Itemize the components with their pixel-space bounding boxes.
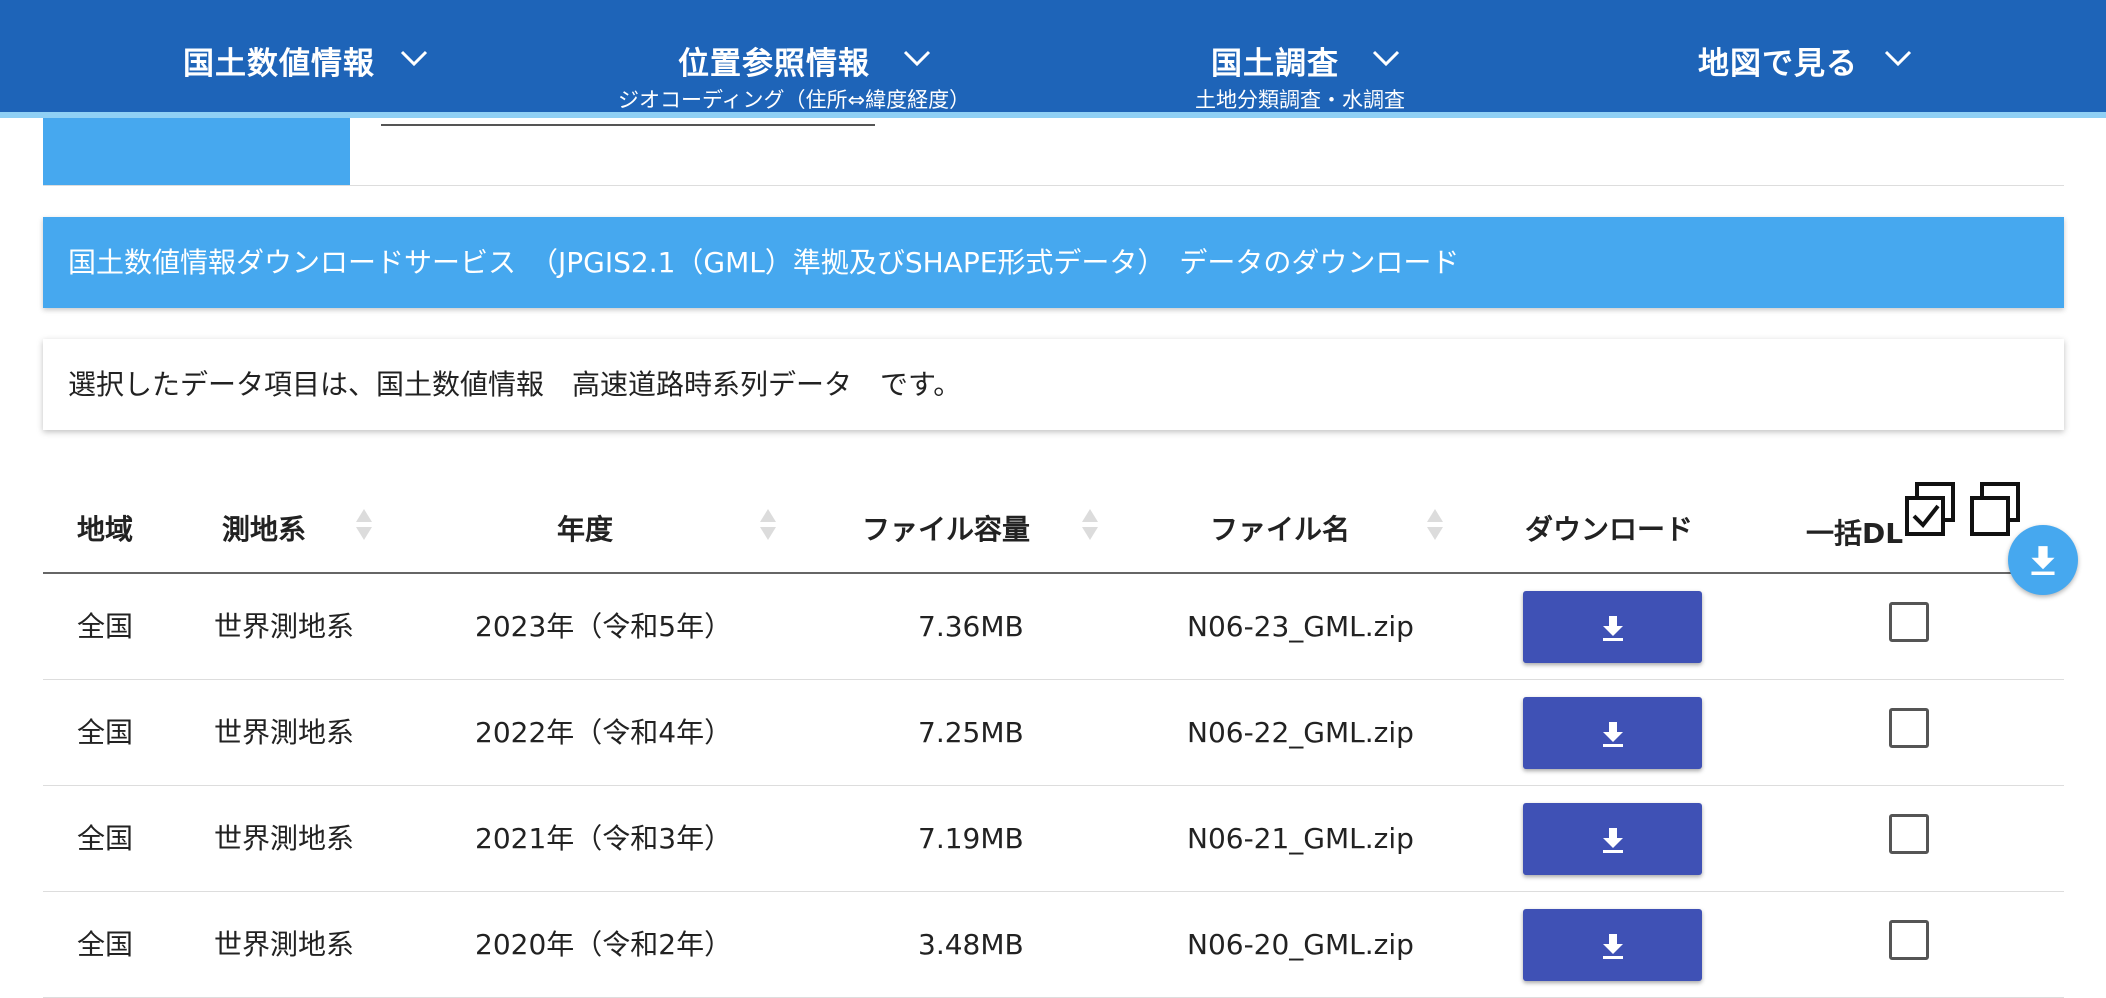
cell-size: 7.36MB bbox=[918, 610, 1024, 643]
column-header-year[interactable]: 年度 bbox=[557, 508, 613, 548]
column-header-bulk-dl: 一括DL bbox=[1806, 517, 1904, 550]
cell-region: 全国 bbox=[77, 610, 134, 643]
chevron-down-icon bbox=[400, 50, 428, 67]
cell-size: 3.48MB bbox=[918, 928, 1024, 961]
download-icon bbox=[1603, 722, 1623, 747]
nav-item-label: 国土調査 bbox=[1211, 46, 1339, 82]
cell-filename: N06-20_GML.zip bbox=[1187, 928, 1414, 961]
nav-item-label: 地図で見る bbox=[1698, 46, 1858, 82]
sort-icon[interactable] bbox=[1427, 507, 1443, 545]
nav-item-kokudo-suchi[interactable]: 国土数値情報 bbox=[183, 0, 443, 112]
nav-item-sublabel: 土地分類調査・水調査 bbox=[1195, 88, 1405, 112]
tab-active[interactable] bbox=[43, 118, 350, 185]
cell-year: 2022年（令和4年） bbox=[475, 716, 733, 749]
cell-year: 2021年（令和3年） bbox=[475, 822, 733, 855]
divider bbox=[43, 185, 2064, 186]
bulk-select-checkbox[interactable] bbox=[1889, 602, 1929, 642]
sort-icon[interactable] bbox=[356, 507, 372, 545]
cell-filename: N06-21_GML.zip bbox=[1187, 822, 1414, 855]
top-navigation: 国土数値情報 位置参照情報 ジオコーディング（住所⇔緯度経度） 国土調査 土地分… bbox=[0, 0, 2106, 118]
bulk-select-checkbox[interactable] bbox=[1889, 814, 1929, 854]
cell-datum: 世界測地系 bbox=[214, 610, 355, 643]
download-button[interactable] bbox=[1523, 803, 1702, 875]
download-fab-icon bbox=[2031, 546, 2055, 575]
uncheck-all-icon[interactable] bbox=[1970, 482, 2022, 542]
bulk-select-checkbox[interactable] bbox=[1889, 708, 1929, 748]
cell-region: 全国 bbox=[77, 928, 134, 961]
chevron-down-icon bbox=[903, 50, 931, 67]
table-row: 全国 世界測地系 2021年（令和3年） 7.19MB N06-21_GML.z… bbox=[43, 786, 2064, 892]
download-button[interactable] bbox=[1523, 697, 1702, 769]
column-header-datum[interactable]: 測地系 bbox=[222, 508, 306, 548]
sort-icon[interactable] bbox=[1082, 507, 1098, 545]
bulk-download-button[interactable] bbox=[2008, 525, 2078, 595]
nav-item-kokudo-chosa[interactable]: 国土調査 土地分類調査・水調査 bbox=[1195, 0, 1435, 112]
download-button[interactable] bbox=[1523, 591, 1702, 663]
nav-item-label: 国土数値情報 bbox=[183, 46, 375, 82]
nav-item-ichi-sansho[interactable]: 位置参照情報 ジオコーディング（住所⇔緯度経度） bbox=[618, 0, 988, 112]
download-icon bbox=[1603, 828, 1623, 853]
cell-region: 全国 bbox=[77, 716, 134, 749]
column-header-filename[interactable]: ファイル名 bbox=[1210, 508, 1350, 548]
cell-filename: N06-23_GML.zip bbox=[1187, 610, 1414, 643]
chevron-down-icon bbox=[1372, 50, 1400, 67]
download-button[interactable] bbox=[1523, 909, 1702, 981]
nav-item-chizu[interactable]: 地図で見る bbox=[1698, 0, 1928, 112]
table-row: 全国 世界測地系 2022年（令和4年） 7.25MB N06-22_GML.z… bbox=[43, 680, 2064, 786]
download-icon bbox=[1603, 616, 1623, 641]
column-header-size[interactable]: ファイル容量 bbox=[862, 508, 1030, 548]
cell-size: 7.25MB bbox=[918, 716, 1024, 749]
tab-underline bbox=[381, 124, 875, 126]
column-header-download: ダウンロード bbox=[1525, 513, 1694, 546]
section-title-banner: 国土数値情報ダウンロードサービス （JPGIS2.1（GML）準拠及びSHAPE… bbox=[43, 217, 2064, 308]
check-all-icon[interactable] bbox=[1905, 482, 1957, 542]
table-row: 全国 世界測地系 2023年（令和5年） 7.36MB N06-23_GML.z… bbox=[43, 574, 2064, 680]
nav-item-label: 位置参照情報 bbox=[678, 46, 870, 82]
cell-size: 7.19MB bbox=[918, 822, 1024, 855]
cell-year: 2020年（令和2年） bbox=[475, 928, 733, 961]
cell-datum: 世界測地系 bbox=[214, 716, 355, 749]
nav-item-sublabel: ジオコーディング（住所⇔緯度経度） bbox=[618, 88, 971, 112]
cell-datum: 世界測地系 bbox=[214, 928, 355, 961]
cell-datum: 世界測地系 bbox=[214, 822, 355, 855]
table-row: 全国 世界測地系 2020年（令和2年） 3.48MB N06-20_GML.z… bbox=[43, 892, 2064, 998]
chevron-down-icon bbox=[1884, 50, 1912, 67]
sort-icon[interactable] bbox=[760, 507, 776, 545]
selected-data-info: 選択したデータ項目は、国土数値情報 高速道路時系列データ です。 bbox=[43, 339, 2064, 430]
column-header-region: 地域 bbox=[77, 513, 134, 546]
cell-region: 全国 bbox=[77, 822, 134, 855]
cell-year: 2023年（令和5年） bbox=[475, 610, 733, 643]
bulk-select-checkbox[interactable] bbox=[1889, 920, 1929, 960]
cell-filename: N06-22_GML.zip bbox=[1187, 716, 1414, 749]
download-icon bbox=[1603, 934, 1623, 959]
